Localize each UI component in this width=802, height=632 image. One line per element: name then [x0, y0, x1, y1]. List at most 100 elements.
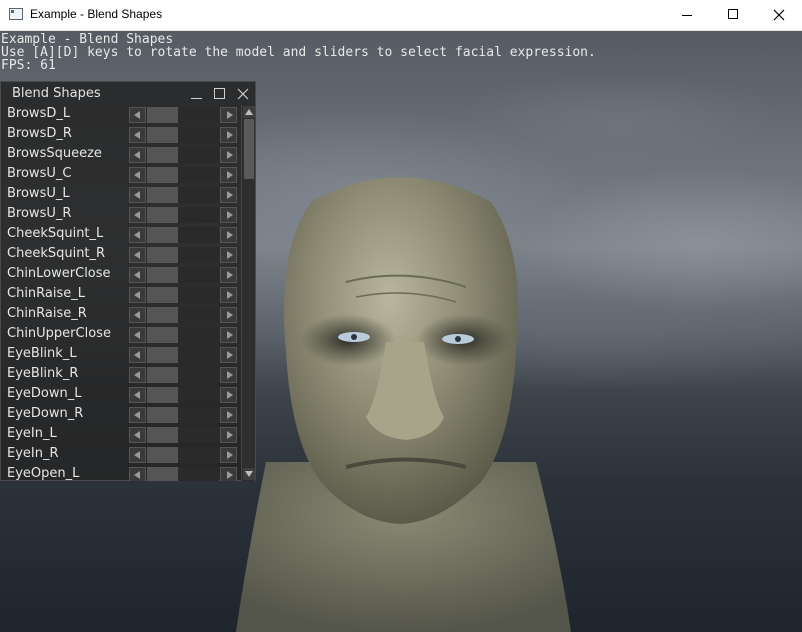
slider-decrement-arrow-icon[interactable] — [129, 167, 146, 183]
close-button[interactable] — [756, 0, 802, 30]
slider-decrement-arrow-icon[interactable] — [129, 187, 146, 203]
blend-shape-slider[interactable] — [147, 307, 219, 323]
render-viewport[interactable]: Example - Blend Shapes Use [A][D] keys t… — [0, 31, 802, 632]
blend-shape-label: BrowsSqueeze — [7, 146, 102, 161]
blend-shape-slider[interactable] — [147, 187, 219, 203]
blend-shape-row: BrowsU_L — [1, 185, 241, 205]
slider-thumb[interactable] — [147, 387, 178, 403]
slider-thumb[interactable] — [147, 407, 178, 423]
slider-thumb[interactable] — [147, 187, 178, 203]
slider-increment-arrow-icon[interactable] — [220, 267, 237, 283]
close-icon — [237, 88, 249, 100]
slider-increment-arrow-icon[interactable] — [220, 247, 237, 263]
blend-shape-slider[interactable] — [147, 207, 219, 223]
blend-shape-row: EyeBlink_L — [1, 345, 241, 365]
maximize-button[interactable] — [710, 0, 756, 30]
minimize-button[interactable] — [664, 0, 710, 30]
slider-decrement-arrow-icon[interactable] — [129, 267, 146, 283]
blend-shape-slider[interactable] — [147, 127, 219, 143]
panel-minimize-button[interactable] — [189, 85, 205, 101]
slider-thumb[interactable] — [147, 227, 178, 243]
slider-decrement-arrow-icon[interactable] — [129, 327, 146, 343]
blend-shape-row: BrowsU_R — [1, 205, 241, 225]
blend-shape-slider[interactable] — [147, 467, 219, 481]
blend-shape-slider[interactable] — [147, 167, 219, 183]
blend-shape-slider[interactable] — [147, 107, 219, 123]
slider-decrement-arrow-icon[interactable] — [129, 387, 146, 403]
slider-decrement-arrow-icon[interactable] — [129, 467, 146, 481]
slider-increment-arrow-icon[interactable] — [220, 207, 237, 223]
slider-thumb[interactable] — [147, 107, 178, 123]
slider-decrement-arrow-icon[interactable] — [129, 127, 146, 143]
slider-decrement-arrow-icon[interactable] — [129, 367, 146, 383]
slider-increment-arrow-icon[interactable] — [220, 327, 237, 343]
slider-thumb[interactable] — [147, 127, 178, 143]
scrollbar-thumb[interactable] — [244, 119, 254, 179]
slider-increment-arrow-icon[interactable] — [220, 447, 237, 463]
blend-shape-slider[interactable] — [147, 227, 219, 243]
slider-decrement-arrow-icon[interactable] — [129, 307, 146, 323]
slider-increment-arrow-icon[interactable] — [220, 387, 237, 403]
slider-increment-arrow-icon[interactable] — [220, 347, 237, 363]
slider-increment-arrow-icon[interactable] — [220, 367, 237, 383]
scroll-down-arrow-icon[interactable] — [243, 468, 255, 480]
slider-increment-arrow-icon[interactable] — [220, 427, 237, 443]
slider-increment-arrow-icon[interactable] — [220, 147, 237, 163]
slider-decrement-arrow-icon[interactable] — [129, 407, 146, 423]
blend-shape-slider[interactable] — [147, 387, 219, 403]
slider-decrement-arrow-icon[interactable] — [129, 107, 146, 123]
blend-shape-row: CheekSquint_R — [1, 245, 241, 265]
slider-decrement-arrow-icon[interactable] — [129, 347, 146, 363]
panel-scrollbar[interactable] — [241, 105, 255, 481]
blend-shape-slider[interactable] — [147, 247, 219, 263]
slider-thumb[interactable] — [147, 367, 178, 383]
slider-thumb[interactable] — [147, 167, 178, 183]
slider-decrement-arrow-icon[interactable] — [129, 147, 146, 163]
slider-increment-arrow-icon[interactable] — [220, 187, 237, 203]
blend-shape-slider[interactable] — [147, 347, 219, 363]
blend-shape-slider[interactable] — [147, 287, 219, 303]
blend-shape-slider[interactable] — [147, 447, 219, 463]
slider-decrement-arrow-icon[interactable] — [129, 247, 146, 263]
slider-thumb[interactable] — [147, 467, 178, 481]
blend-shape-slider[interactable] — [147, 267, 219, 283]
blend-shape-slider[interactable] — [147, 407, 219, 423]
slider-thumb[interactable] — [147, 327, 178, 343]
slider-thumb[interactable] — [147, 147, 178, 163]
blend-shape-label: EyeBlink_R — [7, 366, 79, 381]
slider-thumb[interactable] — [147, 447, 178, 463]
blend-shape-slider[interactable] — [147, 147, 219, 163]
window-title: Example - Blend Shapes — [30, 7, 163, 21]
slider-thumb[interactable] — [147, 347, 178, 363]
slider-thumb[interactable] — [147, 247, 178, 263]
slider-increment-arrow-icon[interactable] — [220, 127, 237, 143]
slider-thumb[interactable] — [147, 207, 178, 223]
blend-shape-slider[interactable] — [147, 427, 219, 443]
blend-shape-row: EyeBlink_R — [1, 365, 241, 385]
blend-shape-slider[interactable] — [147, 367, 219, 383]
blend-shape-row: EyeOpen_L — [1, 465, 241, 481]
slider-decrement-arrow-icon[interactable] — [129, 447, 146, 463]
slider-increment-arrow-icon[interactable] — [220, 107, 237, 123]
slider-increment-arrow-icon[interactable] — [220, 407, 237, 423]
slider-decrement-arrow-icon[interactable] — [129, 287, 146, 303]
panel-header[interactable]: Blend Shapes — [1, 82, 255, 104]
slider-increment-arrow-icon[interactable] — [220, 307, 237, 323]
scroll-up-arrow-icon[interactable] — [243, 106, 255, 118]
blend-shape-slider[interactable] — [147, 327, 219, 343]
slider-thumb[interactable] — [147, 307, 178, 323]
slider-increment-arrow-icon[interactable] — [220, 467, 237, 481]
slider-increment-arrow-icon[interactable] — [220, 227, 237, 243]
slider-thumb[interactable] — [147, 267, 178, 283]
slider-increment-arrow-icon[interactable] — [220, 167, 237, 183]
slider-thumb[interactable] — [147, 287, 178, 303]
slider-increment-arrow-icon[interactable] — [220, 287, 237, 303]
slider-decrement-arrow-icon[interactable] — [129, 227, 146, 243]
slider-decrement-arrow-icon[interactable] — [129, 427, 146, 443]
slider-thumb[interactable] — [147, 427, 178, 443]
panel-close-button[interactable] — [235, 85, 251, 101]
slider-decrement-arrow-icon[interactable] — [129, 207, 146, 223]
panel-maximize-button[interactable] — [212, 85, 228, 101]
blend-shape-label: EyeIn_L — [7, 426, 57, 441]
blend-shape-label: BrowsD_R — [7, 126, 72, 141]
